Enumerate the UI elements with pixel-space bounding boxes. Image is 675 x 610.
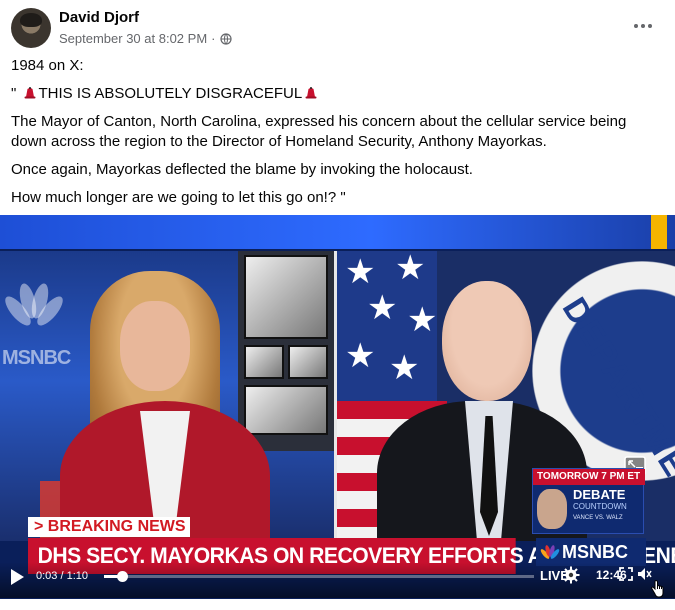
- guest-face: [442, 281, 532, 401]
- flag-canton: ★ ★ ★ ★ ★ ★: [337, 251, 437, 411]
- countdown-names: VANCE VS. WALZ: [573, 515, 623, 521]
- play-icon[interactable]: [9, 568, 25, 586]
- gear-icon[interactable]: [562, 566, 580, 584]
- hand-cursor-icon: [650, 580, 664, 598]
- current-time: 0:03: [36, 570, 58, 582]
- meta-separator: ·: [211, 31, 216, 46]
- post-body: 1984 on X: " THIS IS ABSOLUTELY DISGRACE…: [11, 56, 661, 216]
- peacock-icon: [540, 545, 560, 559]
- network-name: MSNBC: [562, 542, 628, 562]
- peacock-logo-icon: [5, 283, 63, 326]
- countdown-host-face: [537, 489, 567, 529]
- post-paragraph: The Mayor of Canton, North Carolina, exp…: [11, 113, 627, 150]
- post-paragraph: How much longer are we going to let this…: [11, 189, 346, 206]
- countdown-subtitle: COUNTDOWN: [573, 502, 627, 511]
- video-timecode: 0:03 / 1:10: [36, 570, 89, 582]
- msnbc-wall-logo: MSNBC: [2, 347, 71, 369]
- post-header: David Djorf September 30 at 8:02 PM ·: [11, 6, 665, 50]
- anchor-face: [120, 301, 190, 391]
- progress-bar[interactable]: [104, 571, 534, 582]
- expand-icon[interactable]: [618, 566, 634, 582]
- post-paragraph: Once again, Mayorkas deflected the blame…: [11, 161, 473, 178]
- post-line-intro: 1984 on X:: [11, 57, 84, 74]
- countdown-title: DEBATE: [573, 487, 626, 502]
- more-options-icon[interactable]: [631, 14, 655, 38]
- author-name[interactable]: David Djorf: [59, 9, 139, 26]
- globe-icon: [219, 32, 232, 45]
- red-hat-emoji: [24, 87, 35, 99]
- avatar[interactable]: [11, 8, 51, 48]
- video-accent-tab: [651, 215, 667, 249]
- video-top-band: [0, 215, 675, 249]
- countdown-header: TOMORROW 7 PM ET: [533, 469, 645, 485]
- anchor-panel: MSNBC: [0, 251, 334, 541]
- studio-monitors: [238, 251, 334, 451]
- post-timestamp[interactable]: September 30 at 8:02 PM: [59, 31, 207, 46]
- debate-countdown-graphic: TOMORROW 7 PM ET DEBATE COUNTDOWN VANCE …: [532, 468, 645, 534]
- post-line-headline: " THIS IS ABSOLUTELY DISGRACEFUL: [11, 84, 661, 104]
- breaking-news-label: > BREAKING NEWS: [28, 517, 190, 537]
- headline-text: THIS IS ABSOLUTELY DISGRACEFUL: [38, 85, 303, 102]
- post-meta: September 30 at 8:02 PM ·: [59, 31, 232, 46]
- duration: 1:10: [66, 570, 89, 582]
- red-hat-emoji: [305, 87, 317, 99]
